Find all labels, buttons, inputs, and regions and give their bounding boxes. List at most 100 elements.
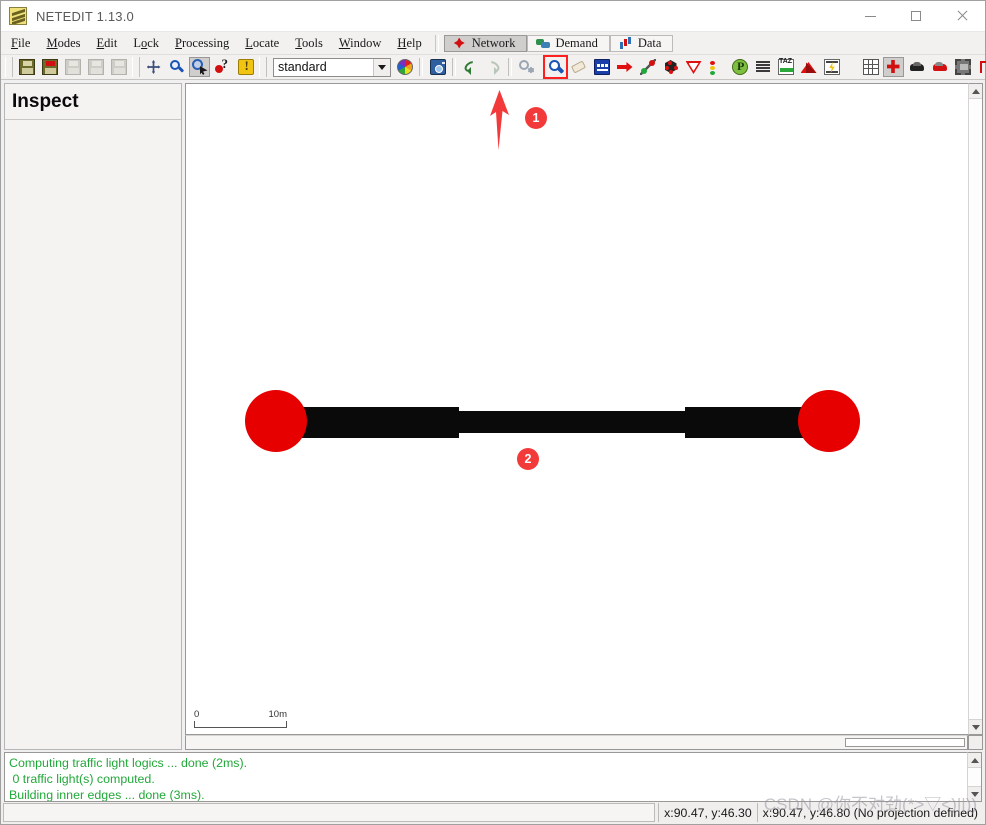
junction-black-icon xyxy=(663,59,679,75)
save-tls-programs-button[interactable] xyxy=(108,57,129,77)
save-plain-xml-button[interactable] xyxy=(62,57,83,77)
menu-locate[interactable]: Locate xyxy=(237,34,287,53)
traffic-light-icon xyxy=(709,59,725,75)
canvas-horizontal-scrollbar[interactable] xyxy=(185,735,968,750)
road-edge-middle[interactable] xyxy=(457,411,687,433)
status-message-area xyxy=(3,803,656,822)
shape-mode-button[interactable] xyxy=(798,57,819,77)
info-button[interactable] xyxy=(235,57,256,77)
junction-node-right[interactable] xyxy=(798,390,860,452)
inspect-mode-button[interactable] xyxy=(543,55,568,79)
recenter-view-button[interactable] xyxy=(143,57,164,77)
road-edge-right[interactable] xyxy=(685,407,811,438)
message-log[interactable]: Computing traffic light logics ... done … xyxy=(4,752,967,802)
message-line: Computing traffic light logics ... done … xyxy=(9,756,248,770)
delete-mode-button[interactable] xyxy=(568,57,589,77)
connection-mode-button[interactable] xyxy=(683,57,704,77)
junction-cross-icon xyxy=(886,59,902,75)
show-bubbles-button[interactable] xyxy=(906,57,927,77)
message-scroll-up-arrow-icon[interactable] xyxy=(968,753,981,768)
move-mode-button[interactable] xyxy=(614,57,635,77)
scroll-up-arrow-icon[interactable] xyxy=(969,84,982,99)
main-area: Inspect 2 0 10m xyxy=(1,80,985,750)
grid-icon xyxy=(862,59,879,75)
undo-button[interactable] xyxy=(460,57,481,77)
window-title: NETEDIT 1.13.0 xyxy=(36,8,134,24)
save-joined-junctions-button[interactable] xyxy=(85,57,106,77)
maximize-icon xyxy=(911,11,921,21)
horizontal-scroll-thumb[interactable] xyxy=(845,738,965,747)
message-scroll-down-arrow-icon[interactable] xyxy=(968,786,981,801)
menu-processing[interactable]: Processing xyxy=(167,34,237,53)
status-bar: x:90.47, y:46.30 x:90.47, y:46.80 (No pr… xyxy=(1,795,985,824)
menu-edit[interactable]: Edit xyxy=(89,34,126,53)
maximize-button[interactable] xyxy=(893,2,939,31)
toolbar-grip-file[interactable] xyxy=(5,57,13,77)
color-scheme-combo[interactable]: standard xyxy=(273,57,391,77)
tab-demand[interactable]: Demand xyxy=(527,34,610,52)
edit-visualisation-button[interactable] xyxy=(394,57,415,77)
message-vertical-scrollbar[interactable] xyxy=(967,752,982,802)
chevron-down-icon[interactable] xyxy=(373,58,390,76)
additional-mode-button[interactable] xyxy=(729,57,750,77)
make-snapshot-button[interactable] xyxy=(427,57,448,77)
data-barchart-icon xyxy=(619,37,633,50)
panel-content xyxy=(5,120,181,749)
menu-modes[interactable]: Modes xyxy=(38,34,88,53)
menu-lock[interactable]: Lock xyxy=(125,34,167,53)
select-mode-button[interactable] xyxy=(591,57,612,77)
toolbar-grip-scheme[interactable] xyxy=(259,57,267,77)
draw-junction-shape-button[interactable] xyxy=(883,57,904,77)
tab-network-label: Network xyxy=(471,35,516,50)
minimize-button[interactable] xyxy=(847,2,893,31)
zoom-style-button[interactable] xyxy=(166,57,187,77)
menu-file[interactable]: File xyxy=(3,34,38,53)
message-window: Computing traffic light logics ... done … xyxy=(1,750,985,802)
traffic-light-mode-button[interactable] xyxy=(660,57,681,77)
scale-bar-start: 0 xyxy=(194,709,200,720)
wire-mode-button[interactable] xyxy=(821,57,842,77)
menu-bar: File Modes Edit Lock Processing Locate T… xyxy=(1,32,985,55)
lane-arrow-icon xyxy=(978,59,986,75)
color-wheel-icon xyxy=(396,59,413,75)
vertical-scroll-track[interactable] xyxy=(969,99,982,719)
tls-mode-button[interactable] xyxy=(706,57,727,77)
status-cursor-position: x:90.47, y:46.30 xyxy=(658,803,757,822)
horizontal-scroll-row xyxy=(185,735,983,750)
taz-mode-button[interactable] xyxy=(775,57,796,77)
question-help-icon xyxy=(214,56,231,75)
crossing-mode-button[interactable] xyxy=(752,57,773,77)
save-network-button[interactable] xyxy=(16,57,37,77)
save-as-network-button[interactable] xyxy=(39,57,60,77)
lightbulb-icon xyxy=(237,58,254,75)
redo-button[interactable] xyxy=(483,57,504,77)
toolbar-sep-1 xyxy=(419,58,423,76)
redo-arrow-icon xyxy=(486,59,502,75)
close-button[interactable] xyxy=(939,2,985,31)
show-connections-button[interactable] xyxy=(952,57,973,77)
undo-arrow-icon xyxy=(463,59,479,75)
scroll-down-arrow-icon[interactable] xyxy=(969,719,982,734)
tab-data[interactable]: Data xyxy=(609,34,674,52)
floppy-save-red-icon xyxy=(41,59,58,75)
message-scroll-track[interactable] xyxy=(968,768,981,786)
scrollbar-corner xyxy=(968,735,983,750)
polygon-shape-icon xyxy=(801,59,817,75)
network-canvas[interactable]: 2 0 10m xyxy=(185,83,968,735)
canvas-vertical-scrollbar[interactable] xyxy=(968,83,983,735)
help-button[interactable] xyxy=(212,56,233,77)
toolbar-grip-nav[interactable] xyxy=(132,57,140,77)
menu-help[interactable]: Help xyxy=(389,34,429,53)
toggle-grid-button[interactable] xyxy=(860,57,881,77)
menu-tools[interactable]: Tools xyxy=(287,34,331,53)
select-edges-button[interactable] xyxy=(975,57,986,77)
parking-green-icon xyxy=(731,59,748,75)
vehicle-black-icon xyxy=(909,59,925,75)
tab-network[interactable]: Network xyxy=(443,34,528,52)
zoom-selection-button[interactable] xyxy=(189,57,210,77)
menu-window[interactable]: Window xyxy=(331,34,390,53)
junction-node-left[interactable] xyxy=(245,390,307,452)
compute-junctions-button[interactable] xyxy=(516,57,537,77)
move-elevation-button[interactable] xyxy=(929,57,950,77)
create-edge-mode-button[interactable] xyxy=(637,57,658,77)
